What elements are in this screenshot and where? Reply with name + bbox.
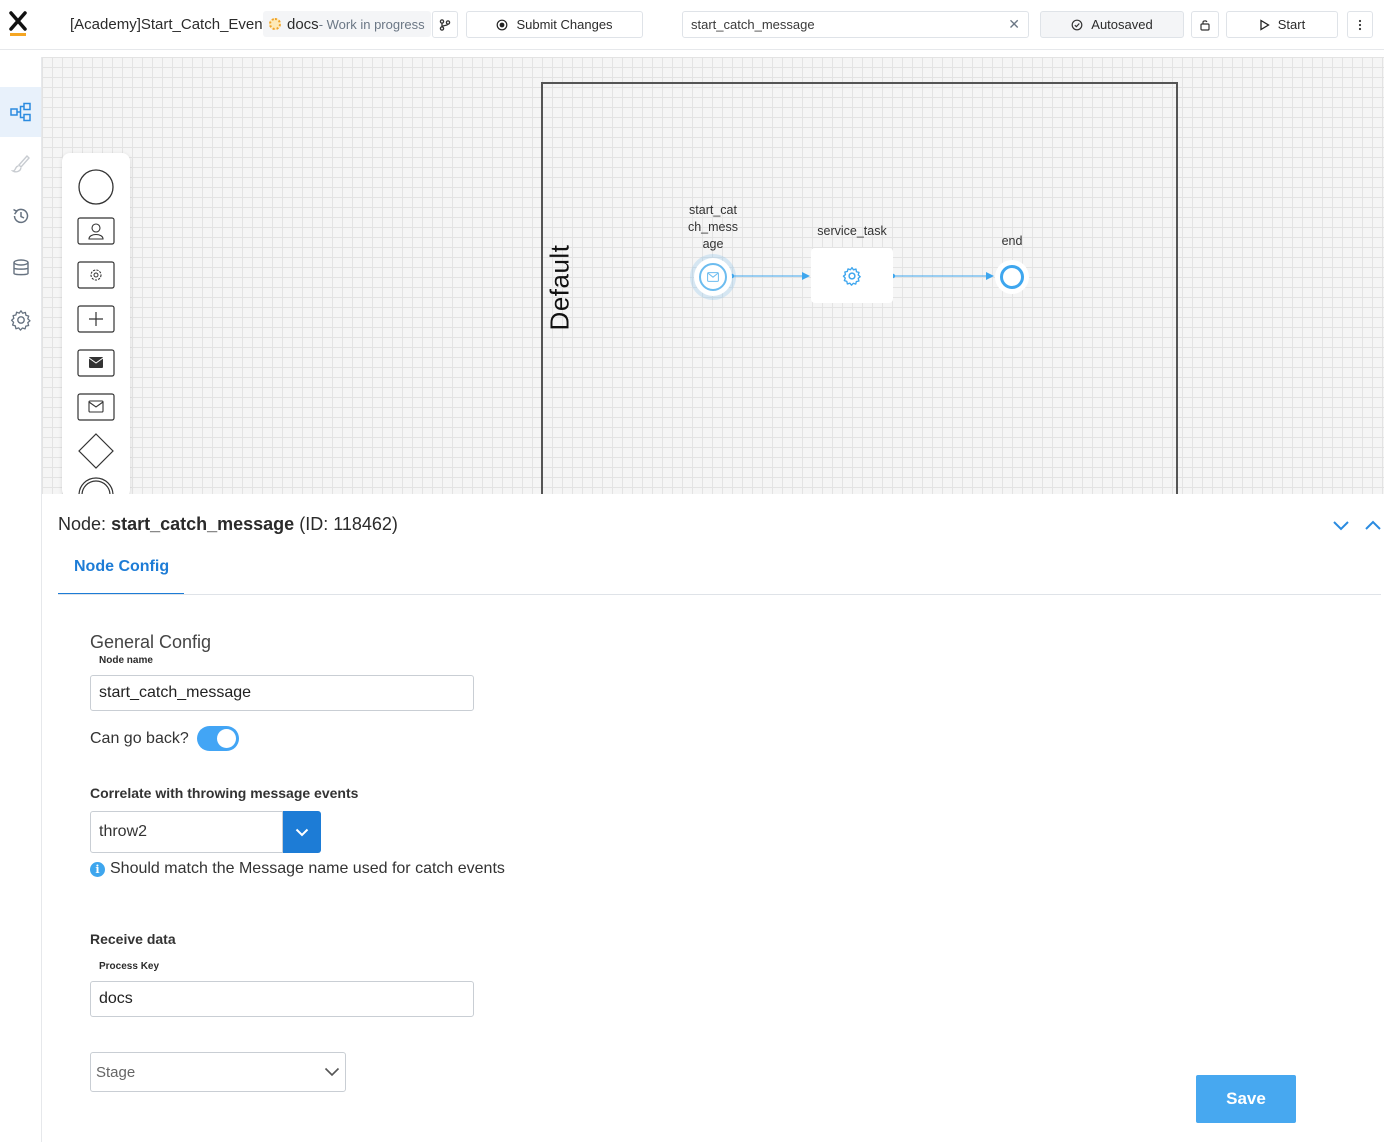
sidebar-item-history[interactable]: [0, 191, 41, 241]
sidebar-item-data-model[interactable]: [0, 243, 41, 293]
left-sidebar: [0, 57, 42, 1142]
chevron-up-icon: [1365, 520, 1381, 530]
node-search-input[interactable]: start_catch_message ✕: [682, 11, 1029, 38]
clear-search-icon[interactable]: ✕: [1008, 16, 1020, 33]
lock-button[interactable]: [1191, 11, 1219, 38]
sidebar-item-settings[interactable]: [0, 295, 41, 345]
node-name-input[interactable]: start_catch_message: [90, 675, 474, 711]
info-icon: i: [90, 861, 105, 877]
start-catch-message-node[interactable]: [694, 258, 732, 296]
branch-name: docs: [287, 15, 319, 33]
service-task-label: service_task: [817, 224, 887, 238]
correlate-dropdown-button[interactable]: [283, 811, 321, 853]
tab-node-config[interactable]: Node Config: [58, 552, 184, 595]
node-config-panel: Node: start_catch_message (ID: 118462) N…: [42, 494, 1384, 1142]
node-name-label: Node name: [99, 655, 153, 666]
process-canvas[interactable]: Default start_cat ch_mess age service_ta…: [42, 57, 1384, 494]
submit-changes-button[interactable]: Submit Changes: [466, 11, 643, 38]
process-title: [Academy]Start_Catch_Event: [70, 16, 267, 33]
branch-selector[interactable]: docs - Work in progress: [263, 11, 431, 37]
unlock-icon: [1200, 19, 1210, 31]
gear-icon: [10, 310, 31, 331]
branch-button[interactable]: [432, 11, 458, 38]
search-value: start_catch_message: [691, 17, 815, 32]
process-flow-icon: [9, 102, 31, 122]
correlate-hint: i Should match the Message name used for…: [90, 860, 505, 878]
process-key-input[interactable]: docs: [90, 981, 474, 1017]
general-config-title: General Config: [90, 632, 212, 652]
more-vertical-icon: [1358, 19, 1362, 30]
service-task-node[interactable]: [811, 248, 893, 303]
panel-title: Node: start_catch_message (ID: 118462): [58, 514, 398, 534]
stage-placeholder: Stage: [96, 1063, 136, 1081]
chevron-down-icon: [1333, 521, 1349, 531]
autosaved-label: Autosaved: [1091, 17, 1153, 32]
save-button[interactable]: Save: [1196, 1075, 1296, 1123]
brush-icon: [10, 154, 30, 173]
sidebar-item-theme[interactable]: [0, 139, 41, 189]
chevron-down-icon: [324, 1067, 340, 1077]
process-key-label: Process Key: [99, 961, 160, 972]
autosaved-status: Autosaved: [1040, 11, 1184, 38]
collapse-panel-button[interactable]: [1330, 514, 1352, 536]
submit-changes-label: Submit Changes: [516, 17, 613, 32]
top-bar: [Academy]Start_Catch_Event docs - Work i…: [0, 0, 1384, 50]
database-icon: [12, 259, 29, 276]
can-go-back-label: Can go back?: [90, 730, 189, 747]
more-options-button[interactable]: [1347, 11, 1373, 38]
correlate-select[interactable]: throw2: [90, 811, 283, 853]
history-icon: [12, 208, 28, 224]
sidebar-item-process-designer[interactable]: [0, 87, 41, 137]
check-circle-icon: [1071, 19, 1083, 30]
branch-status: - Work in progress: [318, 16, 425, 32]
start-node-label: start_cat ch_mess age: [687, 203, 739, 251]
flowx-logo-icon[interactable]: [8, 10, 30, 38]
service-gear-icon: [842, 266, 861, 286]
play-icon: [1260, 18, 1270, 31]
start-label: Start: [1277, 17, 1306, 32]
correlate-label: Correlate with throwing message events: [90, 785, 359, 801]
panel-node-id: (ID: 118462): [299, 514, 398, 534]
stage-select[interactable]: Stage: [90, 1052, 346, 1092]
tab-divider: [58, 594, 1381, 595]
envelope-icon: [707, 272, 719, 282]
expand-panel-button[interactable]: [1362, 514, 1384, 536]
work-in-progress-icon: [269, 18, 281, 30]
end-node-label: end: [1001, 234, 1023, 248]
receive-data-label: Receive data: [90, 931, 176, 947]
git-branch-icon: [439, 18, 451, 31]
chevron-down-icon: [295, 828, 309, 836]
record-icon: [497, 19, 508, 30]
end-event-node[interactable]: [995, 260, 1029, 294]
panel-node-name: start_catch_message: [111, 514, 295, 534]
can-go-back-toggle[interactable]: [197, 726, 239, 751]
start-button[interactable]: Start: [1226, 11, 1338, 38]
